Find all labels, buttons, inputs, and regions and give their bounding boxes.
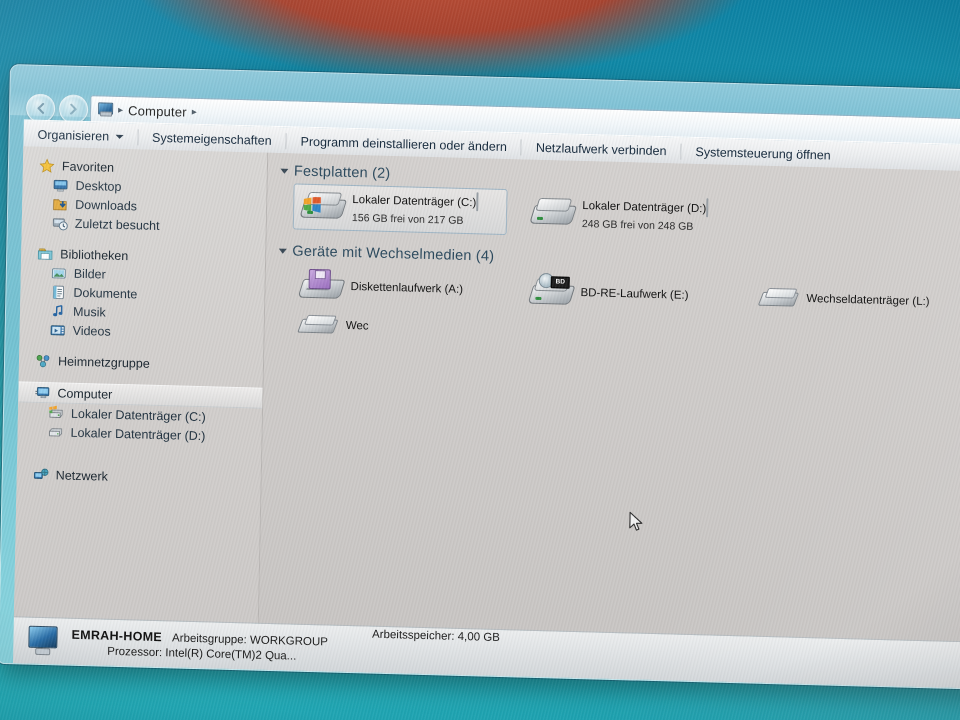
sidebar-item-label: Zuletzt besucht <box>74 216 160 233</box>
removable-disk-icon <box>757 286 800 311</box>
sidebar-item-label: Dokumente <box>73 285 138 301</box>
drive-capacity-text: 156 GB frei von 217 GB <box>351 212 464 227</box>
homegroup-icon <box>35 352 51 368</box>
group-title: Festplatten (2) <box>293 163 391 182</box>
downloads-icon <box>52 196 68 212</box>
hard-disk-windows-icon <box>299 189 348 224</box>
sidebar-item-label: Desktop <box>75 178 122 194</box>
sidebar-item-label: Lokaler Datenträger (C:) <box>70 406 206 424</box>
computer-name: EMRAH-HOME <box>71 627 163 644</box>
libraries-icon <box>37 245 53 261</box>
capacity-bar <box>706 198 709 218</box>
breadcrumb-computer[interactable]: Computer <box>128 103 187 120</box>
sidebar-item-label: Heimnetzgruppe <box>57 353 150 371</box>
computer-icon <box>97 102 114 117</box>
sidebar-item-label: Bilder <box>73 266 106 282</box>
star-icon <box>39 157 55 173</box>
sidebar-item-label: Computer <box>57 385 113 402</box>
drive-label: Diskettenlaufwerk (A:) <box>350 280 464 296</box>
sidebar-item-label: Netzwerk <box>55 467 108 484</box>
chevron-down-icon-2[interactable] <box>278 248 287 254</box>
drive-tile-e[interactable]: BD BD-RE-Laufwerk (E:) <box>521 269 736 319</box>
documents-icon <box>50 284 66 300</box>
sidebar-item-label: Musik <box>72 304 106 320</box>
content-pane[interactable]: Festplatten (2) Lokaler Datenträger (C:)… <box>258 152 960 644</box>
window-body: Favoriten Desktop Downloads Zuletzt besu… <box>13 146 960 644</box>
chevron-down-icon[interactable] <box>280 168 289 174</box>
memory-text: Arbeitsspeicher: 4,00 GB <box>371 628 500 645</box>
sidebar-item-label: Favoriten <box>61 158 115 175</box>
drive-tile-a[interactable]: Diskettenlaufwerk (A:) <box>291 263 506 313</box>
chevron-down-icon <box>115 134 124 139</box>
desktop-icon <box>52 177 68 193</box>
sidebar-item-label: Downloads <box>75 197 138 213</box>
drive-tile-d[interactable]: Lokaler Datenträger (D:) 248 GB frei von… <box>523 189 738 241</box>
drive-label: BD-RE-Laufwerk (E:) <box>580 286 689 302</box>
videos-icon <box>50 322 66 338</box>
floppy-drive-icon <box>297 268 346 304</box>
chevron-right-icon: ▸ <box>117 104 124 116</box>
drive-label: Wec <box>345 319 369 333</box>
bd-re-drive-icon: BD <box>527 272 576 310</box>
computer-icon <box>34 384 50 400</box>
drive-tile-c[interactable]: Lokaler Datenträger (C:) 156 GB frei von… <box>292 183 508 236</box>
bd-badge: BD <box>550 276 570 289</box>
network-icon <box>33 466 49 482</box>
drive-label: Lokaler Datenträger (C:) <box>352 194 477 210</box>
capacity-bar <box>476 192 479 212</box>
group-title: Geräte mit Wechselmedien (4) <box>292 243 495 265</box>
hard-disk-windows-icon <box>48 405 64 421</box>
hard-disk-icon <box>47 424 63 440</box>
navigation-pane[interactable]: Favoriten Desktop Downloads Zuletzt besu… <box>13 146 269 624</box>
drive-tile-clipped[interactable]: Wec <box>290 307 505 347</box>
workgroup-text: Arbeitsgruppe: WORKGROUP <box>171 631 329 649</box>
status-details: EMRAH-HOME Arbeitsgruppe: WORKGROUP Proz… <box>71 627 328 663</box>
sidebar-item-label: Bibliotheken <box>60 246 129 263</box>
computer-icon <box>23 625 62 658</box>
drive-label: Lokaler Datenträger (D:) <box>582 200 707 216</box>
drive-tile-l[interactable]: Wechseldatenträger (L:) <box>751 275 960 325</box>
drive-label: Wechseldatenträger (L:) <box>806 292 930 308</box>
chevron-right-icon-2[interactable]: ▸ <box>192 106 197 117</box>
removable-disk-icon-2 <box>297 313 339 338</box>
mouse-cursor <box>629 511 643 531</box>
sidebar-item-label: Videos <box>72 323 111 339</box>
toolbar-organize-label: Organisieren <box>37 127 110 144</box>
removable-device-tiles: Diskettenlaufwerk (A:) BD BD-RE-Laufwerk… <box>264 263 960 361</box>
processor-text: Prozessor: Intel(R) Core(TM)2 Qua... <box>107 645 297 663</box>
hard-disk-icon <box>529 195 577 230</box>
explorer-window[interactable]: ▾ ▸ Computer ▸ Organisieren Systemeigens… <box>0 64 960 691</box>
sidebar-item-label: Lokaler Datenträger (D:) <box>70 425 206 443</box>
drive-capacity-text: 248 GB frei von 248 GB <box>581 218 694 233</box>
pictures-icon <box>51 265 67 281</box>
recent-places-icon <box>52 215 68 231</box>
music-icon <box>50 303 66 319</box>
